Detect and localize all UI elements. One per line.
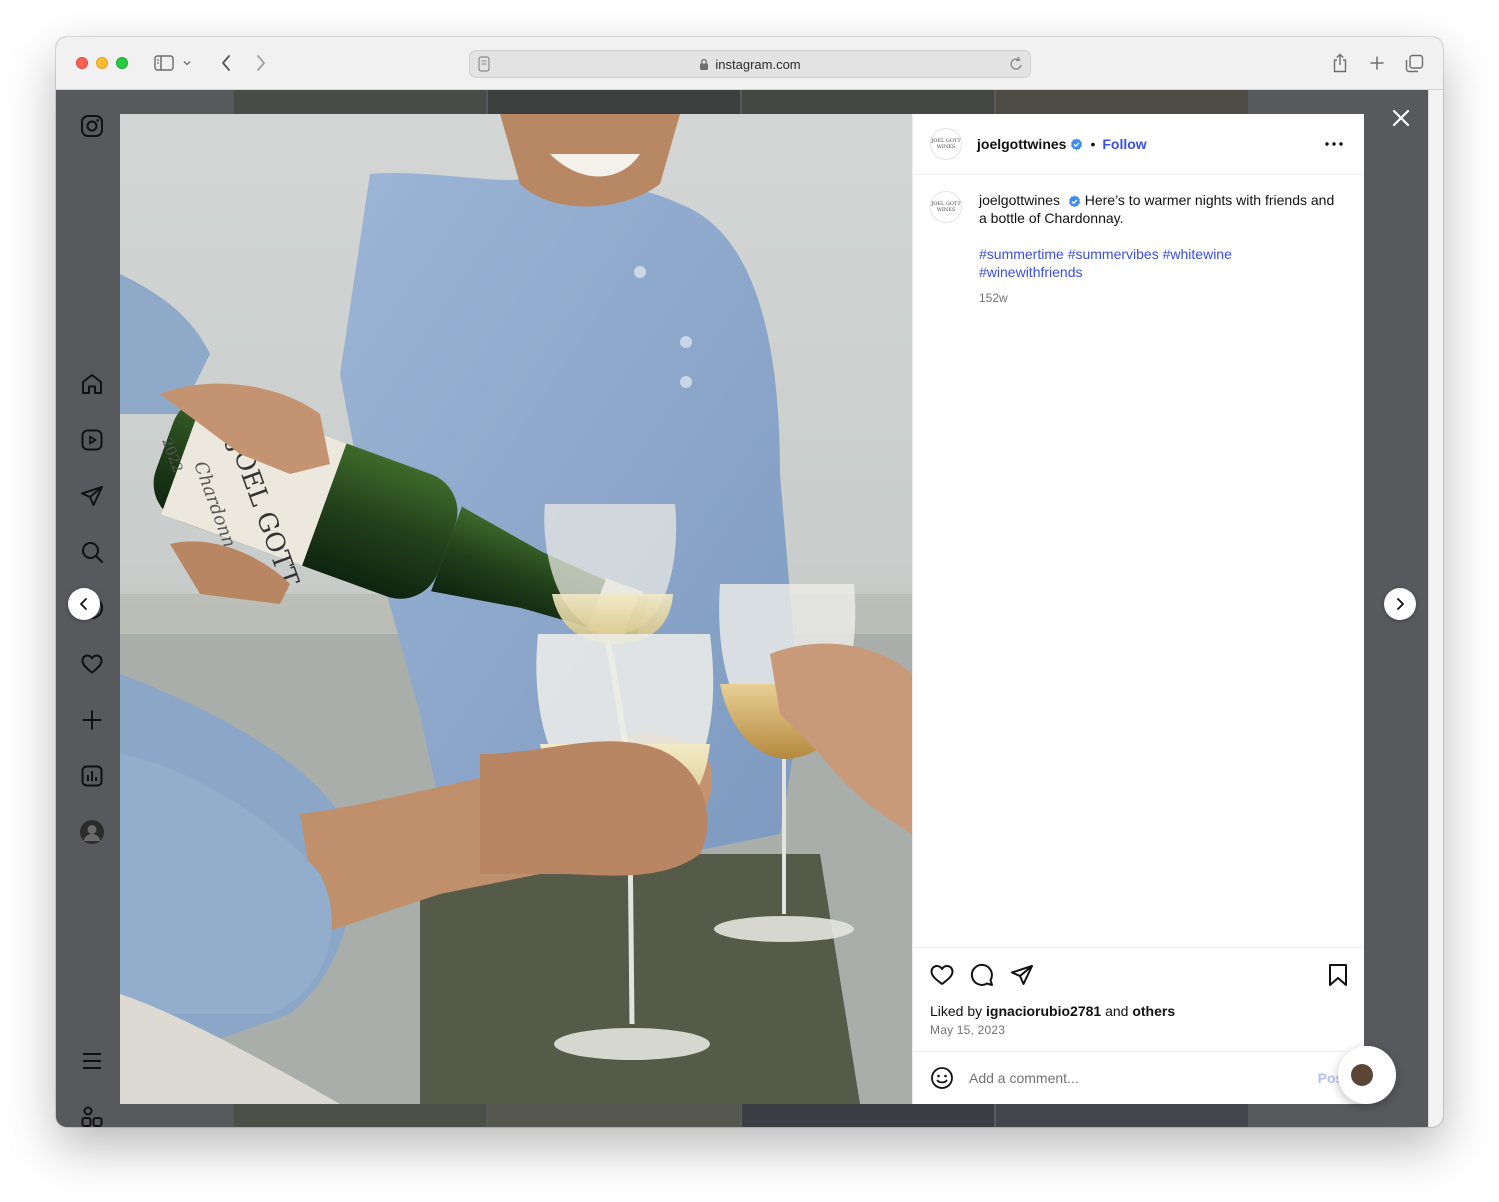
background-post-tile (488, 90, 740, 114)
lock-icon (699, 58, 709, 71)
sidebar-toggle-icon[interactable] (152, 51, 176, 75)
chevron-right-icon (1397, 598, 1404, 610)
home-icon[interactable] (78, 370, 106, 398)
background-post-tile (234, 1103, 486, 1127)
background-post-tile (234, 90, 486, 114)
instagram-page-overlay: JOEL GOTT Chardonnay 2022 JOEL GOTT WINE… (56, 90, 1428, 1127)
forward-icon[interactable] (249, 51, 273, 75)
chevron-down-icon[interactable] (180, 51, 194, 75)
account-avatar[interactable]: JOEL GOTT WINES (930, 128, 962, 160)
back-icon[interactable] (214, 51, 238, 75)
post-details-panel: JOEL GOTT WINES joelgottwines • Follow J… (912, 114, 1364, 1104)
page-scrollbar[interactable] (1428, 90, 1443, 1127)
likes-prefix: Liked by (930, 1003, 983, 1019)
hashtag-link[interactable]: #summervibes (1068, 246, 1159, 262)
like-heart-icon[interactable] (928, 961, 956, 989)
next-post-button[interactable] (1384, 588, 1416, 620)
comment-bar: Post (913, 1051, 1364, 1104)
liked-by-user-link[interactable]: ignaciorubio2781 (986, 1003, 1101, 1019)
post-date[interactable]: May 15, 2023 (930, 1023, 1005, 1037)
verified-badge-icon (1068, 195, 1081, 208)
insights-icon[interactable] (78, 762, 106, 790)
caption-username[interactable]: joelgottwines (979, 192, 1060, 208)
liked-by-others-link[interactable]: others (1132, 1003, 1175, 1019)
background-post-tile (742, 1103, 994, 1127)
follow-button[interactable]: Follow (1102, 136, 1146, 152)
zoom-window-button[interactable] (116, 57, 128, 69)
caption: JOEL GOTT WINES joelgottwines Here’s to … (930, 191, 1340, 307)
hashtag-link[interactable]: #winewithfriends (979, 264, 1083, 280)
instagram-icon[interactable] (78, 112, 106, 140)
comment-icon[interactable] (968, 961, 996, 989)
post-image: JOEL GOTT Chardonnay 2022 (120, 114, 912, 1104)
previous-post-button[interactable] (68, 588, 100, 620)
likes-summary: Liked by ignaciorubio2781 and others (930, 1003, 1175, 1019)
reels-icon[interactable] (78, 426, 106, 454)
create-icon[interactable] (78, 706, 106, 734)
hashtag-link[interactable]: #summertime (979, 246, 1064, 262)
tab-overview-icon[interactable] (1402, 51, 1426, 75)
page-icon (478, 56, 490, 75)
comment-input[interactable] (969, 1068, 1299, 1088)
avatar-text: WINES (936, 207, 956, 213)
emoji-icon[interactable] (929, 1065, 955, 1091)
profile-avatar[interactable] (78, 818, 106, 846)
more-options-icon[interactable] (1322, 134, 1346, 154)
hashtags: #summertime #summervibes #whitewine #win… (979, 245, 1339, 281)
caption-body: joelgottwines Here’s to warmer nights wi… (979, 191, 1339, 307)
share-icon[interactable] (1008, 961, 1036, 989)
new-tab-icon[interactable] (1365, 51, 1389, 75)
menu-icon[interactable] (78, 1047, 106, 1075)
caption-avatar[interactable]: JOEL GOTT WINES (930, 191, 962, 223)
background-post-tile (996, 90, 1248, 114)
direct-icon[interactable] (78, 482, 106, 510)
share-icon[interactable] (1328, 51, 1352, 75)
post-age[interactable]: 152w (979, 289, 1339, 307)
more-apps-icon[interactable] (78, 1103, 106, 1127)
url-text: instagram.com (715, 56, 801, 72)
browser-toolbar: instagram.com (56, 37, 1443, 90)
address-bar[interactable]: instagram.com (469, 50, 1031, 78)
reload-icon[interactable] (1008, 55, 1024, 76)
post-photo: JOEL GOTT Chardonnay 2022 (120, 114, 912, 1104)
background-post-tile (996, 1103, 1248, 1127)
post-actions: Liked by ignaciorubio2781 and others May… (913, 947, 1364, 1052)
separator-dot: • (1090, 136, 1096, 152)
hashtag-link[interactable]: #whitewine (1163, 246, 1232, 262)
search-icon[interactable] (78, 538, 106, 566)
post-header: JOEL GOTT WINES joelgottwines • Follow (913, 114, 1364, 175)
post-modal: JOEL GOTT Chardonnay 2022 JOEL GOTT WINE… (120, 114, 1364, 1104)
avatar-text: WINES (936, 144, 956, 150)
close-window-button[interactable] (76, 57, 88, 69)
verified-badge-icon (1070, 138, 1083, 151)
post-username[interactable]: joelgottwines (977, 136, 1066, 152)
browser-window: instagram.com JOEL GOTT Chardonnay 2022 … (56, 37, 1443, 1127)
background-post-tile (742, 90, 994, 114)
heart-icon[interactable] (78, 650, 106, 678)
messages-bubble[interactable] (1338, 1046, 1396, 1104)
minimize-window-button[interactable] (96, 57, 108, 69)
likes-and: and (1105, 1003, 1129, 1019)
bookmark-icon[interactable] (1324, 961, 1352, 989)
close-icon[interactable] (1387, 104, 1415, 132)
background-post-tile (488, 1103, 740, 1127)
chevron-left-icon (80, 598, 87, 610)
